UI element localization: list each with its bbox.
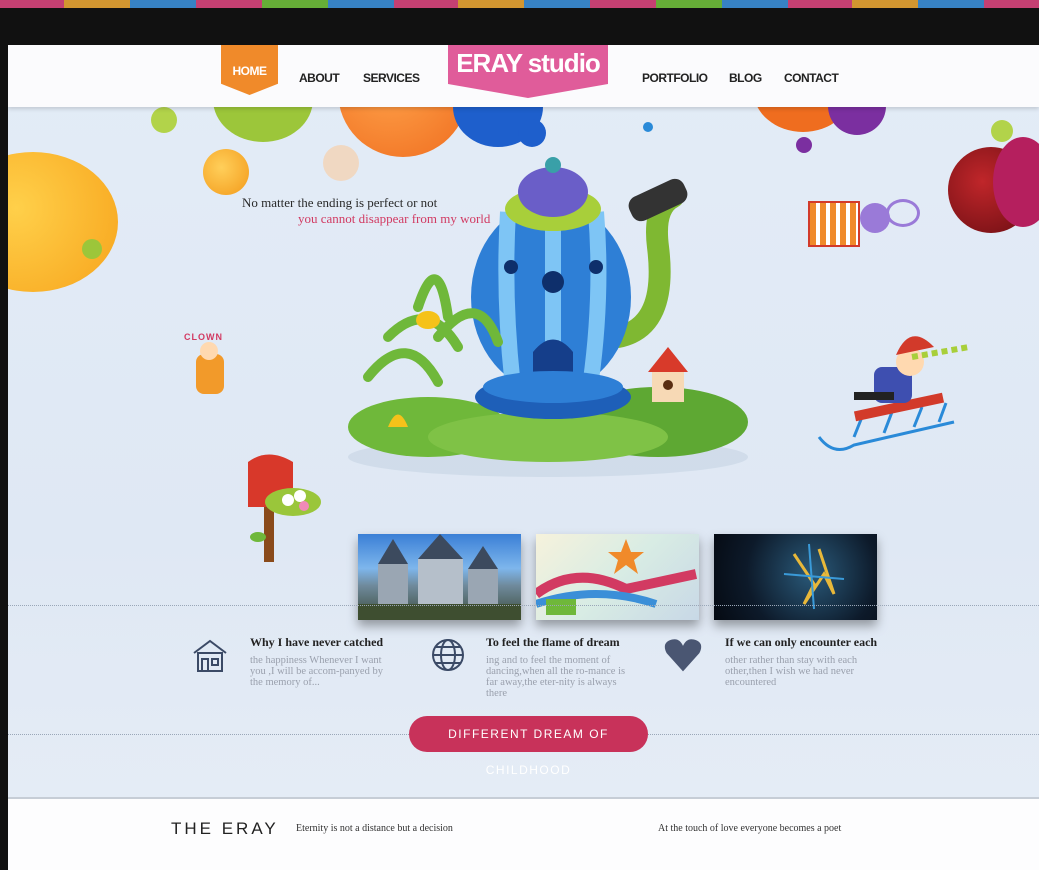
abstract-lights-image — [783, 543, 845, 610]
house-icon — [193, 639, 227, 672]
nav-home[interactable]: HOME — [221, 45, 278, 95]
footer-brand: THE ERAY — [171, 819, 279, 838]
feature-description: the happiness Whenever I want you ,I wil… — [250, 655, 383, 688]
footer-quote: Eternity is not a distance but a decisio… — [296, 823, 453, 834]
portfolio-thumbnail-castle[interactable] — [358, 534, 521, 620]
globe-icon — [432, 639, 464, 671]
purple-creature — [860, 203, 890, 233]
feature-title: To feel the flame of dream — [486, 635, 620, 649]
site-logo[interactable]: ERAY studio — [448, 45, 608, 98]
clown-illustration: CLOWN — [184, 332, 236, 412]
sled-kid-illustration — [817, 336, 970, 451]
nav-portfolio[interactable]: PORTFOLIO — [642, 71, 708, 85]
decorative-bubble — [151, 107, 177, 133]
footer: THE ERAY Eternity is not a distance but … — [8, 797, 1039, 870]
castle-image — [358, 534, 521, 620]
feature-title: If we can only encounter each — [725, 635, 878, 649]
colorful-board-image — [533, 539, 698, 615]
footer-quote: At the touch of love everyone becomes a … — [658, 823, 842, 834]
nav-services[interactable]: SERVICES — [363, 71, 420, 85]
decorative-bubble — [643, 122, 653, 132]
nav-blog[interactable]: BLOG — [729, 71, 762, 85]
heart-icon — [664, 639, 702, 672]
decorative-bubble — [8, 152, 118, 292]
decorative-bubble — [796, 137, 812, 153]
different-dream-button[interactable]: DIFFERENT DREAM OF CHILDHOOD — [409, 716, 648, 777]
decorative-top-stripe — [0, 0, 1039, 8]
web-page: HOME ABOUT SERVICES ERAY studio PORTFOLI… — [8, 45, 1039, 870]
tower-house-illustration — [348, 157, 748, 477]
purple-creature-wing — [886, 199, 920, 227]
decorative-bubble — [991, 120, 1013, 142]
feature-description: other rather than stay with each other,t… — [725, 655, 858, 688]
gift-creature-illustration — [808, 195, 920, 275]
nav-about[interactable]: ABOUT — [299, 71, 340, 85]
mailbox-illustration — [248, 454, 321, 562]
portfolio-thumbnail-dark-abstract[interactable] — [714, 534, 877, 620]
navigation-bar: HOME ABOUT SERVICES ERAY studio PORTFOLI… — [8, 45, 1039, 107]
decorative-bubble — [203, 149, 249, 195]
gift-box — [808, 201, 860, 247]
section-divider — [8, 605, 1039, 606]
clown-body — [196, 354, 224, 394]
clown-sign-text: CLOWN — [184, 332, 223, 342]
nav-contact[interactable]: CONTACT — [784, 71, 839, 85]
clown-head — [200, 342, 218, 360]
hero-illustration: No matter the ending is perfect or not y… — [8, 45, 1039, 620]
decorative-bubble — [82, 239, 102, 259]
feature-description: ing and to feel the moment of dancing,wh… — [486, 655, 626, 699]
portfolio-thumbnail-eray-board[interactable] — [533, 534, 699, 620]
feature-title: Why I have never catched — [250, 635, 384, 649]
